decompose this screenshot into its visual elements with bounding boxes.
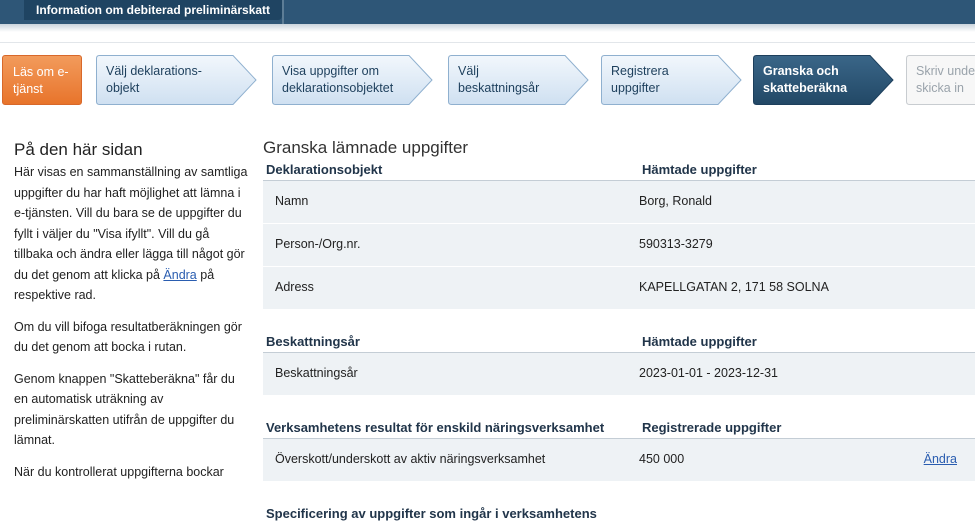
row-label: Beskattningsår — [275, 366, 358, 380]
row-label: Överskott/underskott av aktiv näringsver… — [275, 452, 546, 466]
table-row: Namn Borg, Ronald — [263, 181, 975, 224]
section-header-beskattningsar: Beskattningsår Hämtade uppgifter — [263, 330, 975, 353]
column-header: Hämtade uppgifter — [642, 162, 757, 177]
step-label-line1: Skriv unde — [916, 64, 975, 78]
page-banner-title: Information om debiterad preliminärskatt — [24, 0, 285, 24]
review-panel: Granska lämnade uppgifter Deklarationsob… — [263, 138, 975, 524]
step-label-line2: deklarationsobjektet — [282, 81, 394, 95]
step-label-line2: tjänst — [13, 82, 43, 96]
andra-button[interactable]: Ändra — [924, 452, 957, 466]
step-granska-skatteberakna[interactable]: Granska och skatteberäkna — [753, 55, 895, 105]
row-label: Adress — [275, 280, 314, 294]
step-label-line2: uppgifter — [611, 81, 660, 95]
page-title: Granska lämnade uppgifter — [263, 138, 469, 157]
column-header: Verksamhetens resultat för enskild närin… — [266, 420, 605, 435]
row-value: 2023-01-01 - 2023-12-31 — [639, 366, 778, 380]
step-registrera-uppgifter[interactable]: Registrera uppgifter — [601, 55, 743, 105]
row-label: Namn — [275, 194, 309, 208]
step-label-line2: skicka in — [916, 81, 964, 95]
step-label-line1: Välj deklarations- — [106, 64, 202, 78]
step-las-om-etjanst[interactable]: Läs om e- tjänst — [2, 55, 82, 105]
step-label-line1: Välj — [458, 64, 479, 78]
row-value: 450 000 — [639, 452, 685, 466]
row-value: Borg, Ronald — [639, 194, 712, 208]
section-header-deklarationsobjekt: Deklarationsobjekt Hämtade uppgifter — [263, 158, 975, 181]
sidebar-title: På den här sidan — [14, 140, 143, 159]
column-header: Hämtade uppgifter — [642, 334, 757, 349]
row-label: Person-/Org.nr. — [275, 237, 361, 251]
section-header-specificering: Specificering av uppgifter som ingår i v… — [263, 502, 975, 524]
table-row: Person-/Org.nr. 590313-3279 — [263, 224, 975, 267]
sidebar-help: På den här sidan Här visas en sammanstäl… — [14, 140, 250, 493]
banner-shadow — [0, 24, 975, 32]
step-label-line2: objekt — [106, 81, 140, 95]
help-paragraph-2: Om du vill bifoga resultatberäkningen gö… — [14, 319, 242, 355]
row-value: 590313-3279 — [639, 237, 713, 251]
step-label-line1: Granska och — [763, 64, 839, 78]
table-row: Beskattningsår 2023-01-01 - 2023-12-31 — [263, 353, 975, 396]
table-row: Överskott/underskott av aktiv näringsver… — [263, 439, 975, 482]
table-row: Adress KAPELLGATAN 2, 171 58 SOLNA — [263, 267, 975, 310]
step-visa-uppgifter[interactable]: Visa uppgifter om deklarationsobjektet — [272, 55, 434, 105]
row-value: KAPELLGATAN 2, 171 58 SOLNA — [639, 280, 829, 294]
step-label-line1: Läs om e- — [13, 65, 69, 79]
help-paragraph-1: Här visas en sammanställning av samtliga… — [14, 162, 250, 306]
step-valj-deklarationsobjekt[interactable]: Välj deklarations- objekt — [96, 55, 258, 105]
column-header: Specificering av uppgifter som ingår i v… — [266, 506, 597, 521]
help-paragraph-4: När du kontrollerat uppgifterna bockar — [14, 464, 224, 479]
step-label-line2: beskattningsår — [458, 81, 540, 95]
column-header: Beskattningsår — [266, 334, 360, 349]
step-label-line1: Registrera — [611, 64, 669, 78]
step-label-line2: skatteberäkna — [763, 81, 848, 95]
step-label-line1: Visa uppgifter om — [282, 64, 380, 78]
column-header: Registrerade uppgifter — [642, 420, 782, 435]
help-text: Här visas en sammanställning av samtliga… — [14, 165, 248, 282]
divider — [0, 42, 975, 43]
column-header: Deklarationsobjekt — [266, 162, 383, 177]
step-valj-beskattningsar[interactable]: Välj beskattningsår — [448, 55, 590, 105]
help-paragraph-3: Genom knappen "Skatteberäkna" får du en … — [14, 371, 235, 448]
andra-link[interactable]: Ändra — [163, 268, 196, 282]
section-header-verksamhetens-resultat: Verksamhetens resultat för enskild närin… — [263, 416, 975, 439]
step-skriv-under: Skriv unde skicka in — [906, 55, 975, 105]
